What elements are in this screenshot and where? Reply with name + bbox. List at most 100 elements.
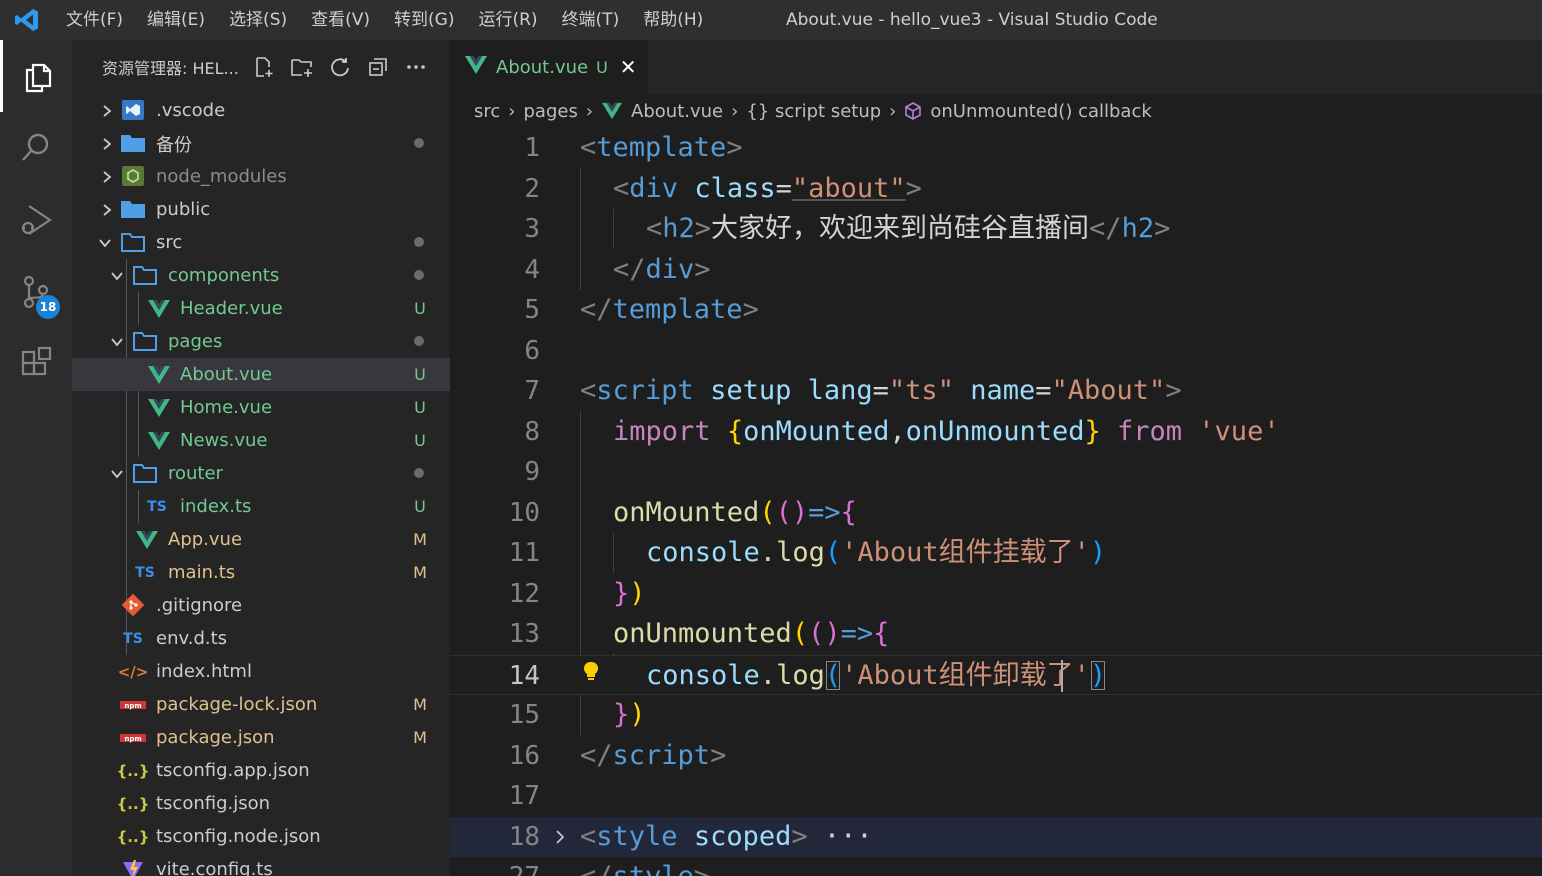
source-control-icon[interactable] <box>0 256 72 328</box>
tree-folder-pages[interactable]: pages <box>72 325 450 358</box>
tree-file-app-vue[interactable]: App.vue M <box>72 523 450 556</box>
tree-file-about-vue[interactable]: About.vue U <box>72 358 450 391</box>
tree-file-package-lock-json[interactable]: npm package-lock.json M <box>72 688 450 721</box>
svg-text:npm: npm <box>124 702 141 710</box>
code-line: 17 <box>508 781 540 811</box>
folder-open-icon <box>132 461 158 485</box>
json-file-icon: {..} <box>116 762 150 780</box>
tree-file-vite-config-ts[interactable]: vite.config.ts <box>72 853 450 876</box>
folder-icon <box>120 197 146 221</box>
code-line: 1 <template> <box>524 132 743 163</box>
modified-dot <box>414 468 424 478</box>
activity-bar: 18 <box>0 40 72 876</box>
typescript-file-icon: TS <box>123 631 143 647</box>
vscode-logo-icon[interactable] <box>0 0 54 40</box>
code-line-folded: 18 <style scoped> ··· <box>450 816 1542 857</box>
tree-file-home-vue[interactable]: Home.vue U <box>72 391 450 424</box>
code-line: 10 onMounted(()=>{ <box>508 496 857 528</box>
new-file-icon[interactable] <box>252 55 276 79</box>
code-line: 7 <script setup lang="ts" name="About"> <box>524 375 1182 406</box>
git-file-icon <box>120 593 146 617</box>
menu-run[interactable]: 运行(R) <box>466 0 549 40</box>
lightbulb-icon[interactable] <box>582 660 600 688</box>
code-line: 8 import {onMounted,onUnmounted} from 'v… <box>524 415 1280 447</box>
menu-selection[interactable]: 选择(S) <box>217 0 299 40</box>
explorer-icon[interactable] <box>0 40 72 112</box>
tree-file-package-json[interactable]: npm package.json M <box>72 721 450 754</box>
tree-folder-src[interactable]: src <box>72 226 450 259</box>
tree-folder-backup[interactable]: 备份 <box>72 127 450 160</box>
menu-view[interactable]: 查看(V) <box>299 0 382 40</box>
new-folder-icon[interactable] <box>290 55 314 79</box>
close-icon[interactable]: ✕ <box>620 55 637 79</box>
chevron-right-icon: › <box>508 100 516 122</box>
tree-folder-vscode[interactable]: .vscode <box>72 94 450 127</box>
tree-folder-public[interactable]: public <box>72 193 450 226</box>
modified-dot <box>414 270 424 280</box>
breadcrumb-script-setup[interactable]: {} script setup <box>746 101 881 122</box>
run-debug-icon[interactable] <box>0 184 72 256</box>
code-editor[interactable]: 1 <template> 2 <div class="about"> 3 <h2… <box>450 128 1542 876</box>
npm-file-icon: npm <box>120 726 146 750</box>
tree-file-tsconfig-app-json[interactable]: {..} tsconfig.app.json <box>72 754 450 787</box>
editor-tabs: About.vue U ✕ <box>450 40 1542 94</box>
typescript-file-icon: TS <box>135 565 155 581</box>
scm-badge: 18 <box>36 295 60 319</box>
menu-help[interactable]: 帮助(H) <box>631 0 715 40</box>
menu-file[interactable]: 文件(F) <box>54 0 135 40</box>
tree-folder-node-modules[interactable]: node_modules <box>72 160 450 193</box>
html-file-icon: </> <box>117 663 149 681</box>
tree-file-tsconfig-node-json[interactable]: {..} tsconfig.node.json <box>72 820 450 853</box>
more-actions-icon[interactable] <box>404 55 428 79</box>
menu-terminal[interactable]: 终端(T) <box>550 0 632 40</box>
chevron-right-icon: › <box>731 100 739 122</box>
fold-chevron-icon[interactable] <box>554 829 566 849</box>
breadcrumb-file[interactable]: About.vue <box>631 101 723 122</box>
menu-edit[interactable]: 编辑(E) <box>135 0 217 40</box>
node-modules-icon <box>120 164 146 188</box>
menu-bar: 文件(F) 编辑(E) 选择(S) 查看(V) 转到(G) 运行(R) 终端(T… <box>54 0 715 40</box>
collapse-all-icon[interactable] <box>366 55 390 79</box>
code-line: 27 </style> <box>450 857 1542 876</box>
vscode-folder-icon <box>120 98 146 122</box>
refresh-icon[interactable] <box>328 55 352 79</box>
code-line: 13 onUnmounted(()=>{ <box>508 618 890 649</box>
vue-file-icon <box>146 363 172 387</box>
breadcrumb-callback[interactable]: onUnmounted() callback <box>930 101 1151 122</box>
tree-file-env-d-ts[interactable]: TS env.d.ts <box>72 622 450 655</box>
vue-file-icon <box>464 55 488 79</box>
modified-dot <box>414 336 424 346</box>
tab-label: About.vue <box>496 56 589 78</box>
tree-file-tsconfig-json[interactable]: {..} tsconfig.json <box>72 787 450 820</box>
tree-folder-components[interactable]: components <box>72 259 450 292</box>
folder-open-icon <box>132 263 158 287</box>
extensions-icon[interactable] <box>0 328 72 400</box>
breadcrumb-src[interactable]: src <box>474 101 500 122</box>
tree-folder-router[interactable]: router <box>72 457 450 490</box>
tree-file-index-ts[interactable]: TS index.ts U <box>72 490 450 523</box>
folder-open-icon <box>120 230 146 254</box>
json-file-icon: {..} <box>116 828 150 846</box>
folder-open-icon <box>132 329 158 353</box>
code-line: 9 <box>524 457 540 487</box>
text-cursor <box>1061 659 1063 692</box>
code-line: 3 <h2>大家好，欢迎来到尚硅谷直播间</h2> <box>524 213 1171 244</box>
code-line: 5 </template> <box>524 294 759 325</box>
breadcrumb-pages[interactable]: pages <box>523 101 577 122</box>
tree-file-main-ts[interactable]: TS main.ts M <box>72 556 450 589</box>
menu-go[interactable]: 转到(G) <box>382 0 466 40</box>
code-line: 12 }) <box>508 577 646 609</box>
vue-file-icon <box>146 297 172 321</box>
tree-file-gitignore[interactable]: .gitignore <box>72 589 450 622</box>
code-line: 2 <div class="about"> <box>524 172 922 204</box>
code-line: 16 </script> <box>508 739 727 771</box>
modified-dot <box>414 138 424 148</box>
tree-file-header-vue[interactable]: Header.vue U <box>72 292 450 325</box>
tree-file-news-vue[interactable]: News.vue U <box>72 424 450 457</box>
search-icon[interactable] <box>0 112 72 184</box>
modified-dot <box>414 237 424 247</box>
vue-file-icon <box>601 102 623 120</box>
explorer-sidebar: 资源管理器: HEL... .vscode 备份 node_modules pu… <box>72 40 450 876</box>
tab-about-vue[interactable]: About.vue U ✕ <box>450 40 648 94</box>
tree-file-index-html[interactable]: </> index.html <box>72 655 450 688</box>
